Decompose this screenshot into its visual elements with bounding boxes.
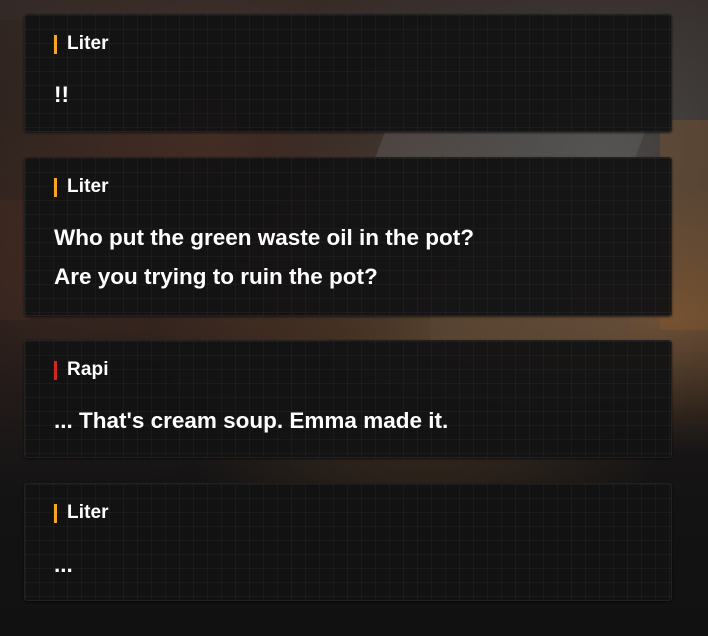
dialogue-line: Who put the green waste oil in the pot? xyxy=(54,225,474,250)
speaker-name: Liter xyxy=(67,176,109,197)
speaker-tag: Rapi xyxy=(54,359,109,380)
speaker-color-bar xyxy=(54,177,57,197)
dialogue-line: ... That's cream soup. Emma made it. xyxy=(54,408,449,433)
speaker-name: Liter xyxy=(67,502,109,523)
speaker-color-bar xyxy=(54,34,57,54)
dialogue-line: Are you trying to ruin the pot? xyxy=(54,264,378,289)
dialogue-line: !! xyxy=(54,82,69,107)
speaker-tag: Liter xyxy=(54,502,109,523)
speaker-color-bar xyxy=(54,360,57,380)
speaker-color-bar xyxy=(54,503,57,523)
dialogue-box[interactable]: Liter Who put the green waste oil in the… xyxy=(24,157,672,316)
speaker-name: Rapi xyxy=(67,359,109,380)
speaker-tag: Liter xyxy=(54,176,109,197)
speaker-name: Liter xyxy=(67,33,109,54)
dialogue-box[interactable]: Liter !! xyxy=(24,14,672,132)
dialogue-box[interactable]: Liter ... xyxy=(24,483,672,601)
dialogue-line: ... xyxy=(54,552,73,577)
dialogue-box[interactable]: Rapi ... That's cream soup. Emma made it… xyxy=(24,340,672,458)
speaker-tag: Liter xyxy=(54,33,109,54)
background-shape xyxy=(374,130,646,160)
